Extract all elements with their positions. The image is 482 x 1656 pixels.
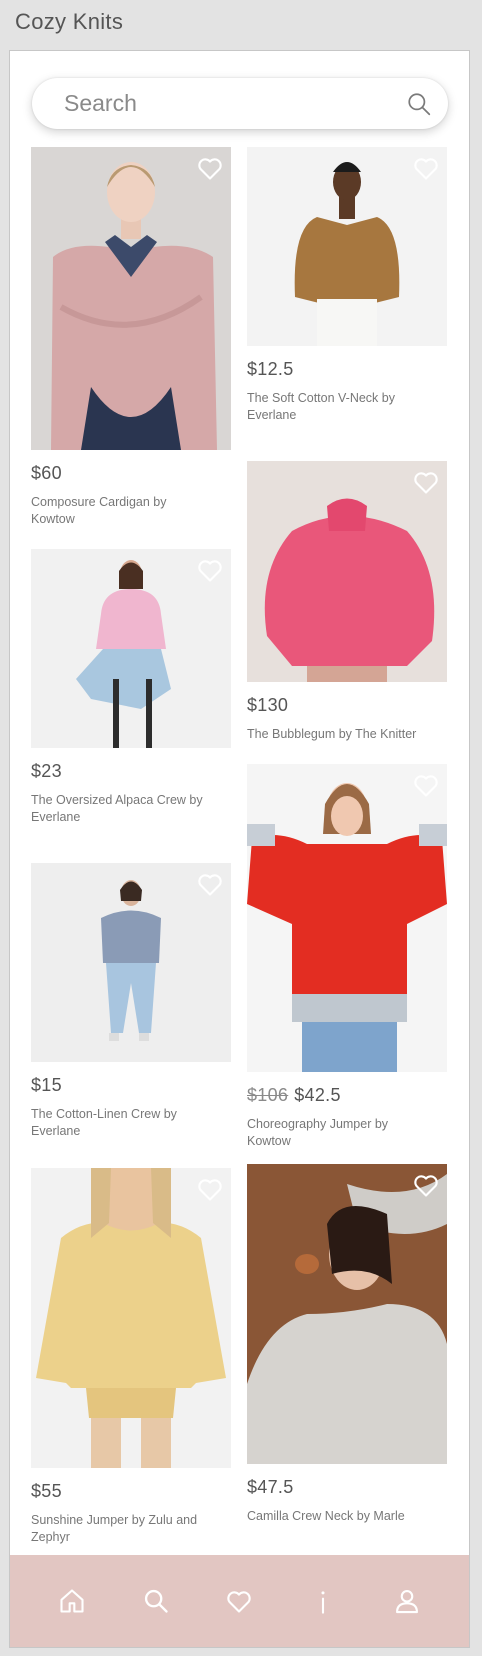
nav-profile[interactable]	[385, 1579, 429, 1623]
search-icon[interactable]	[406, 91, 432, 117]
product-card[interactable]: $12.5 The Soft Cotton V-Neck by Everlane	[247, 147, 447, 424]
favorite-heart-icon[interactable]	[196, 1175, 224, 1203]
product-card[interactable]: $55 Sunshine Jumper by Zulu and Zephyr	[31, 1168, 231, 1546]
favorite-heart-icon[interactable]	[412, 1171, 440, 1199]
product-image[interactable]	[247, 764, 447, 1072]
nav-info[interactable]	[301, 1579, 345, 1623]
favorite-heart-icon[interactable]	[412, 468, 440, 496]
nav-home[interactable]	[50, 1579, 94, 1623]
product-price: $47.5	[247, 1477, 294, 1497]
product-name: Camilla Crew Neck by Marle	[247, 1509, 405, 1523]
product-name: The Bubblegum by The Knitter	[247, 727, 417, 741]
product-name: Sunshine Jumper by Zulu and Zephyr	[31, 1513, 198, 1544]
product-name: The Cotton-Linen Crew by Everlane	[31, 1107, 177, 1138]
app-screen: $60 Composure Cardigan by Kowtow $12.5 T…	[9, 50, 470, 1648]
original-price: $106	[247, 1085, 289, 1105]
product-price: $23	[31, 761, 62, 781]
favorite-heart-icon[interactable]	[196, 870, 224, 898]
product-name: Choreography Jumper by Kowtow	[247, 1117, 389, 1148]
product-name: Composure Cardigan by Kowtow	[31, 495, 167, 526]
product-card[interactable]: $23 The Oversized Alpaca Crew by Everlan…	[31, 549, 231, 826]
nav-favorites[interactable]	[217, 1579, 261, 1623]
bottom-nav	[10, 1555, 469, 1647]
search-bar[interactable]	[32, 78, 448, 129]
favorite-heart-icon[interactable]	[196, 556, 224, 584]
nav-search[interactable]	[134, 1579, 178, 1623]
product-price: $15	[31, 1075, 62, 1095]
product-card[interactable]: $15 The Cotton-Linen Crew by Everlane	[31, 863, 231, 1140]
profile-icon[interactable]	[393, 1587, 421, 1615]
product-card[interactable]: $106 $42.5 Choreography Jumper by Kowtow	[247, 764, 447, 1150]
product-image[interactable]	[247, 147, 447, 346]
app-title: Cozy Knits	[15, 9, 124, 34]
favorite-heart-icon[interactable]	[412, 771, 440, 799]
product-price: $106 $42.5	[247, 1084, 447, 1106]
product-name: The Oversized Alpaca Crew by Everlane	[31, 793, 203, 824]
product-card[interactable]: $60 Composure Cardigan by Kowtow	[31, 147, 231, 528]
product-price: $60	[31, 463, 62, 483]
product-image[interactable]	[31, 147, 231, 450]
product-image[interactable]	[31, 1168, 231, 1468]
heart-icon[interactable]	[225, 1587, 253, 1615]
product-name: The Soft Cotton V-Neck by Everlane	[247, 391, 395, 422]
sale-price: $42.5	[294, 1085, 341, 1105]
search-icon[interactable]	[142, 1587, 170, 1615]
favorite-heart-icon[interactable]	[412, 154, 440, 182]
product-image[interactable]	[31, 549, 231, 748]
search-input[interactable]	[64, 90, 406, 117]
product-card[interactable]: $47.5 Camilla Crew Neck by Marle	[247, 1164, 447, 1525]
product-price: $12.5	[247, 359, 294, 379]
product-card[interactable]: $130 The Bubblegum by The Knitter	[247, 461, 447, 743]
favorite-heart-icon[interactable]	[196, 154, 224, 182]
product-image[interactable]	[247, 461, 447, 682]
product-image[interactable]	[31, 863, 231, 1062]
product-price: $130	[247, 695, 289, 715]
product-price: $55	[31, 1481, 62, 1501]
product-image[interactable]	[247, 1164, 447, 1464]
info-icon[interactable]	[309, 1587, 337, 1615]
home-icon[interactable]	[58, 1587, 86, 1615]
